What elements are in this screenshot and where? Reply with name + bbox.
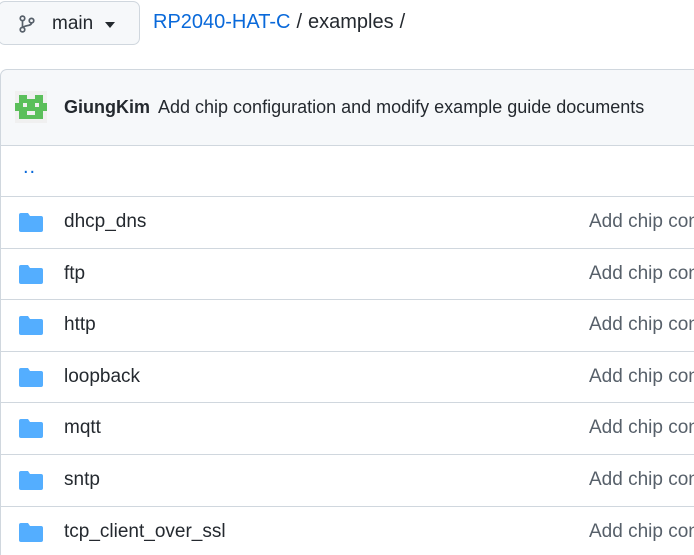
branch-selector-button[interactable]: main xyxy=(0,1,140,45)
item-commit-message-link[interactable]: Add chip con xyxy=(589,417,694,439)
item-commit-message-link[interactable]: Add chip con xyxy=(589,469,694,491)
folder-icon xyxy=(19,367,43,387)
commit-message-link[interactable]: Add chip configuration and modify exampl… xyxy=(158,97,644,118)
list-item[interactable]: sntp Add chip con xyxy=(0,454,694,507)
folder-icon xyxy=(19,316,43,336)
item-commit-message-link[interactable]: Add chip con xyxy=(589,521,694,543)
list-item[interactable]: tcp_client_over_ssl Add chip con xyxy=(0,506,694,555)
item-commit-message-link[interactable]: Add chip con xyxy=(589,366,694,388)
breadcrumb: RP2040-HAT-C / examples / xyxy=(153,11,411,34)
git-branch-icon xyxy=(19,15,35,33)
item-name-link[interactable]: sntp xyxy=(64,469,100,491)
commit-author-link[interactable]: GiungKim xyxy=(64,97,150,118)
list-item[interactable]: http Add chip con xyxy=(0,300,694,352)
item-name-link[interactable]: ftp xyxy=(64,263,85,285)
item-name-link[interactable]: loopback xyxy=(64,366,140,388)
item-name-link[interactable]: dhcp_dns xyxy=(64,211,146,233)
parent-directory-row[interactable]: .. xyxy=(0,146,694,197)
item-commit-message-link[interactable]: Add chip con xyxy=(589,263,694,285)
item-commit-message-link[interactable]: Add chip con xyxy=(589,211,694,233)
file-list: .. dhcp_dns Add chip con ftp Add chip co… xyxy=(0,146,694,555)
avatar[interactable] xyxy=(15,91,47,123)
folder-icon xyxy=(19,264,43,284)
list-item[interactable]: mqtt Add chip con xyxy=(0,403,694,455)
breadcrumb-repo-link[interactable]: RP2040-HAT-C xyxy=(153,11,290,33)
item-name-link[interactable]: mqtt xyxy=(64,417,101,439)
breadcrumb-current-dir: examples xyxy=(308,11,394,33)
breadcrumb-separator: / xyxy=(296,11,303,33)
top-bar: main RP2040-HAT-C / examples / xyxy=(0,0,694,48)
item-name-link[interactable]: http xyxy=(64,314,96,336)
chevron-down-icon xyxy=(105,22,115,28)
page: main RP2040-HAT-C / examples / GiungKim Add… xyxy=(0,0,694,555)
list-item[interactable]: loopback Add chip con xyxy=(0,351,694,404)
latest-commit-bar: GiungKim Add chip configuration and modi… xyxy=(0,69,694,146)
folder-icon xyxy=(19,522,43,542)
parent-directory-link[interactable]: .. xyxy=(23,156,36,179)
item-name-link[interactable]: tcp_client_over_ssl xyxy=(64,521,226,543)
folder-icon xyxy=(19,470,43,490)
folder-icon xyxy=(19,419,43,439)
list-item[interactable]: ftp Add chip con xyxy=(0,248,694,301)
list-item[interactable]: dhcp_dns Add chip con xyxy=(0,197,694,249)
branch-name: main xyxy=(52,13,94,34)
breadcrumb-separator: / xyxy=(399,11,406,33)
item-commit-message-link[interactable]: Add chip con xyxy=(589,314,694,336)
folder-icon xyxy=(19,213,43,232)
